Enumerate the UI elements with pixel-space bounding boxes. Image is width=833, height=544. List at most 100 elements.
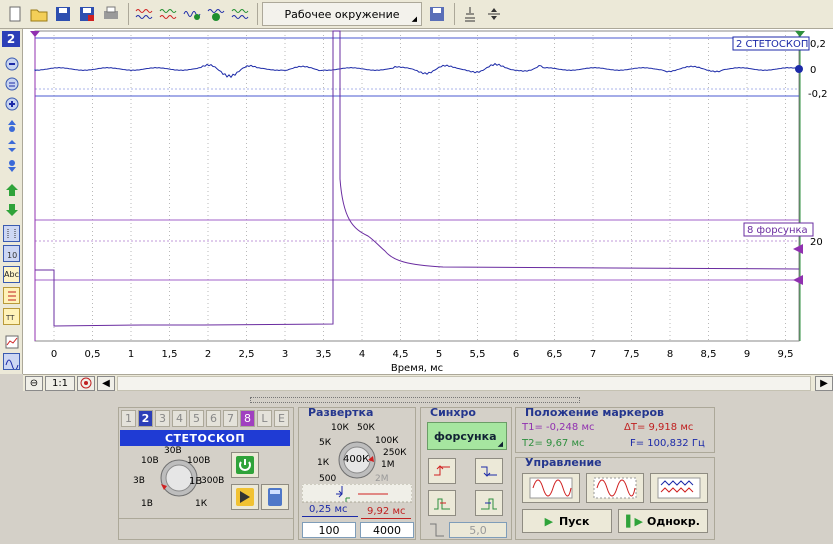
arrow-up-green-icon[interactable] xyxy=(3,181,20,198)
control-area: 1 2 3 4 5 6 7 8 L E СТЕТОСКОП 1В 30В 10В… xyxy=(0,391,833,544)
sweep-label-1m: 1М xyxy=(381,460,395,470)
scroll-right-icon[interactable]: ▶ xyxy=(815,375,833,391)
workspace-save-icon[interactable] xyxy=(426,3,448,25)
markers-tool-icon[interactable] xyxy=(3,225,20,242)
sweep-label-50k: 50К xyxy=(357,423,375,433)
arrow-down-green-icon[interactable] xyxy=(3,201,20,218)
sync-source-select[interactable]: форсунка ◢ xyxy=(427,422,507,450)
wave-icon-5[interactable] xyxy=(229,3,251,25)
tab-channel-l[interactable]: L xyxy=(257,410,272,427)
panel-splitter[interactable] xyxy=(250,397,580,403)
measure-tool-icon[interactable] xyxy=(3,287,20,304)
single-run-button[interactable]: ▌▶ Однокр. xyxy=(618,509,708,533)
sweep-from-input[interactable]: 100 xyxy=(302,522,356,538)
mode-sine-dotted-button[interactable] xyxy=(586,473,644,503)
knob-label-10v: 10В xyxy=(141,456,159,466)
tab-channel-1[interactable]: 1 xyxy=(121,410,136,427)
x-tick-label: 5 xyxy=(436,349,442,360)
single-run-icon: ▌▶ xyxy=(626,514,643,528)
ch8-label: 8 форсунка xyxy=(747,225,808,236)
sweep-label-500: 500 xyxy=(319,474,337,484)
sync-falling-edge-button[interactable] xyxy=(475,458,503,484)
sweep-label-5k: 5К xyxy=(319,438,332,448)
tab-channel-6[interactable]: 6 xyxy=(206,410,221,427)
sweep-label-250k: 250К xyxy=(383,448,407,458)
time-b-underline xyxy=(361,518,411,519)
sweep-to-input[interactable]: 4000 xyxy=(360,522,414,538)
sync-level-input[interactable]: 5,0 xyxy=(449,522,507,538)
main-toolbar: Рабочее окружение ◢ xyxy=(0,0,833,29)
wave-icon-2[interactable] xyxy=(157,3,179,25)
workspace-dropdown[interactable]: Рабочее окружение ◢ xyxy=(262,2,422,26)
x-tick-label: 6 xyxy=(513,349,519,360)
sweep-panel: Развертка 400К 10К 50К 5К 100К 250К 1К 1… xyxy=(298,406,416,540)
tab-channel-e[interactable]: E xyxy=(274,410,289,427)
shift-up-icon[interactable] xyxy=(3,117,20,134)
cursor-tool-icon[interactable] xyxy=(459,3,481,25)
open-folder-icon[interactable] xyxy=(28,3,50,25)
wave-icon-3[interactable] xyxy=(181,3,203,25)
channel-badge[interactable]: 2 xyxy=(2,31,20,47)
chart-tool-icon[interactable] xyxy=(3,333,20,350)
mode-sine-button[interactable] xyxy=(522,473,580,503)
sync-mode-1-button[interactable] xyxy=(428,490,456,516)
sweep-window-indicator[interactable] xyxy=(302,484,412,504)
fit-vertical-icon[interactable] xyxy=(483,3,505,25)
x-tick-label: 7,5 xyxy=(624,349,640,360)
zoom-ratio-button[interactable]: 1:1 xyxy=(45,375,75,391)
numbers-tool-icon[interactable]: 10 xyxy=(3,245,20,262)
sweep-time-b: 9,92 мс xyxy=(367,506,406,517)
tab-channel-2[interactable]: 2 xyxy=(138,410,153,427)
x-tick-label: 4,5 xyxy=(393,349,409,360)
zoom-out-time-icon[interactable]: ⊖ xyxy=(25,375,43,391)
zoom-reset-icon[interactable] xyxy=(3,75,20,92)
scroll-track[interactable] xyxy=(117,375,811,391)
knob-label-3v: 3В xyxy=(133,476,145,486)
x-tick-label: 8,5 xyxy=(701,349,717,360)
tt-tool-icon[interactable]: TT xyxy=(3,308,20,325)
text-tool-icon[interactable]: Abc xyxy=(3,266,20,283)
print-icon[interactable] xyxy=(100,3,122,25)
wave-icon-1[interactable] xyxy=(133,3,155,25)
scale-ch8-label: 20 xyxy=(810,237,823,248)
toolbar-separator xyxy=(454,3,455,25)
record-target-icon[interactable] xyxy=(77,375,95,391)
sweep-label-10k: 10К xyxy=(331,423,349,433)
start-button[interactable]: ▶ Пуск xyxy=(522,509,612,533)
sync-rising-edge-button[interactable] xyxy=(428,458,456,484)
tab-channel-8[interactable]: 8 xyxy=(240,410,255,427)
mode-multi-button[interactable] xyxy=(650,473,708,503)
svg-text:10: 10 xyxy=(7,251,17,260)
horizontal-scrollbar: ⊖ 1:1 ◀ ▶ xyxy=(23,374,833,391)
knob-label-100v: 100В xyxy=(187,456,211,466)
toolbar-separator xyxy=(257,3,258,25)
sweep-knob-value: 400К xyxy=(343,454,370,465)
sync-source-value: форсунка xyxy=(434,429,497,443)
sync-mode-2-button[interactable] xyxy=(475,490,503,516)
wave-icon-4[interactable] xyxy=(205,3,227,25)
x-tick-label: 7 xyxy=(590,349,596,360)
power-button[interactable] xyxy=(231,452,259,478)
new-file-icon[interactable] xyxy=(4,3,26,25)
channel-name: СТЕТОСКОП xyxy=(120,430,290,446)
oscillogram-plot[interactable]: 2 СТЕТОСКОП 8 форсунка 0,2 0 -0,2 20 0 0,… xyxy=(23,29,833,375)
shift-down-icon[interactable] xyxy=(3,157,20,174)
calculator-button[interactable] xyxy=(261,484,289,510)
zoom-in-icon[interactable] xyxy=(3,95,20,112)
tab-channel-4[interactable]: 4 xyxy=(172,410,187,427)
sweep-title: Развертка xyxy=(308,406,374,419)
tab-channel-3[interactable]: 3 xyxy=(155,410,170,427)
tab-channel-5[interactable]: 5 xyxy=(189,410,204,427)
marker-t2-value: T2= 9,67 мс xyxy=(522,438,585,449)
save-icon[interactable] xyxy=(52,3,74,25)
amplifier-button[interactable] xyxy=(231,484,259,510)
marker-dt-value: ΔT= 9,918 мс xyxy=(624,422,694,433)
start-label: Пуск xyxy=(559,514,590,528)
tab-channel-7[interactable]: 7 xyxy=(223,410,238,427)
signal-tool-icon[interactable] xyxy=(3,353,20,370)
save-as-icon[interactable] xyxy=(76,3,98,25)
shift-center-icon[interactable] xyxy=(3,137,20,154)
zoom-out-icon[interactable] xyxy=(3,55,20,72)
ch2-offset-handle[interactable] xyxy=(795,65,803,73)
scroll-left-icon[interactable]: ◀ xyxy=(97,375,115,391)
